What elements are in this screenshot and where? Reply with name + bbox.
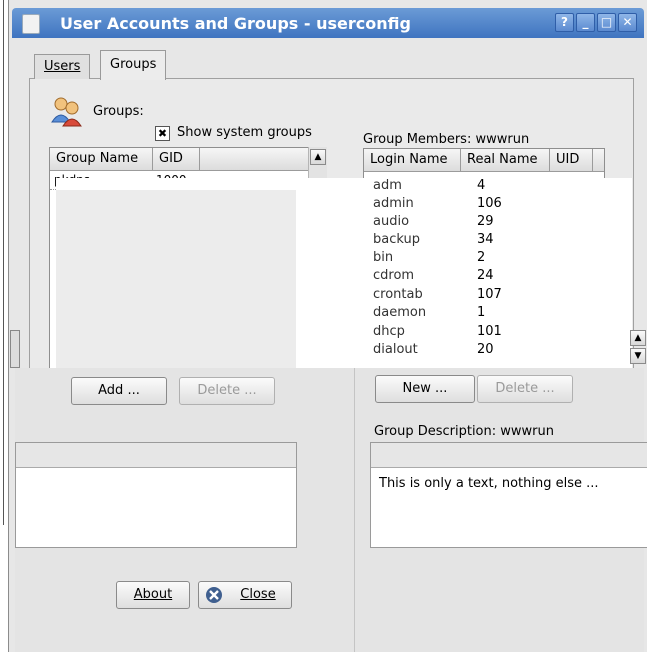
minimize-button[interactable]: _	[576, 13, 595, 32]
member-uid: 2	[477, 250, 486, 265]
member-login: cdrom	[373, 268, 415, 283]
groups-list-header: Group Name GID	[50, 148, 308, 171]
member-uid: 106	[477, 196, 502, 211]
window-title: User Accounts and Groups - userconfig	[60, 14, 411, 33]
left-text-box-header	[16, 443, 296, 468]
show-system-groups-checkbox[interactable]: ✖	[155, 126, 170, 141]
col-real-name[interactable]: Real Name	[461, 149, 550, 171]
col-group-name[interactable]: Group Name	[50, 148, 153, 170]
member-login: adm	[373, 178, 402, 193]
add-group-button[interactable]: Add ...	[71, 377, 167, 405]
tab-users-label: Users	[44, 59, 81, 74]
scroll-up-icon[interactable]: ▲	[630, 330, 646, 346]
delete-member-button[interactable]: Delete ...	[477, 375, 573, 403]
member-uid: 29	[477, 214, 494, 229]
scroll-up-icon[interactable]: ▲	[310, 149, 326, 165]
close-circle-icon	[206, 587, 222, 603]
close-label: Close	[240, 587, 276, 602]
member-login: daemon	[373, 305, 427, 320]
help-button[interactable]: ?	[555, 13, 574, 32]
description-box-header	[371, 443, 647, 468]
app-icon	[22, 14, 40, 34]
about-label: About	[133, 587, 173, 602]
about-button[interactable]: About	[116, 581, 190, 609]
member-login: dialout	[373, 342, 418, 357]
maximize-button[interactable]: □	[597, 13, 616, 32]
member-uid: 101	[477, 324, 502, 339]
close-button[interactable]: Close	[198, 581, 292, 609]
tab-groups-label: Groups	[110, 57, 157, 72]
close-window-button[interactable]: ✕	[618, 13, 637, 32]
groups-label: Groups:	[93, 104, 144, 119]
member-login: audio	[373, 214, 410, 229]
left-text-box[interactable]	[15, 442, 297, 548]
col-login-name[interactable]: Login Name	[364, 149, 461, 171]
member-uid: 20	[477, 342, 494, 357]
tab-groups[interactable]: Groups	[100, 50, 167, 80]
new-member-button[interactable]: New ...	[375, 375, 475, 403]
delete-group-button[interactable]: Delete ...	[179, 377, 275, 405]
member-login: crontab	[373, 287, 423, 302]
screen-edge-line	[0, 0, 4, 525]
member-login: bin	[373, 250, 394, 265]
side-handle[interactable]	[10, 330, 20, 368]
group-description-box[interactable]: This is only a text, nothing else ...	[370, 442, 647, 548]
group-description-label: Group Description: wwwrun	[374, 424, 554, 439]
member-login: admin	[373, 196, 414, 211]
divider	[354, 368, 355, 652]
show-system-groups-label[interactable]: Show system groups	[177, 125, 312, 140]
member-login: backup	[373, 232, 420, 247]
member-login: dhcp	[373, 324, 405, 339]
members-list-header: Login Name Real Name UID	[364, 149, 604, 172]
tab-users[interactable]: Users	[34, 54, 91, 79]
groups-icon	[51, 97, 82, 127]
scroll-down-icon[interactable]: ▼	[630, 348, 646, 364]
member-uid: 34	[477, 232, 494, 247]
group-members-label: Group Members: wwwrun	[363, 132, 530, 147]
col-gid[interactable]: GID	[153, 148, 200, 170]
member-uid: 107	[477, 287, 502, 302]
member-uid: 1	[477, 305, 486, 320]
member-uid: 4	[477, 178, 486, 193]
group-description-text: This is only a text, nothing else ...	[379, 476, 599, 491]
member-uid: 24	[477, 268, 494, 283]
col-uid[interactable]: UID	[550, 149, 593, 171]
groups-list-body	[56, 190, 296, 368]
